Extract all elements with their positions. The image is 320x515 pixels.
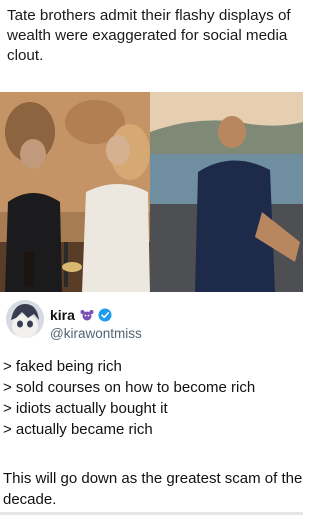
tweet-line: > sold courses on how to become rich — [3, 379, 256, 396]
display-name[interactable]: kira — [50, 307, 75, 323]
handle[interactable]: @kirawontmiss — [50, 326, 142, 341]
tweet-line: > faked being rich — [3, 358, 122, 375]
tweet-body: > faked being rich > sold courses on how… — [3, 356, 303, 440]
purple-crab-emoji-icon — [80, 310, 94, 321]
tweet-line: > actually became rich — [3, 421, 153, 438]
tweet-closing-text: This will go down as the greatest scam o… — [3, 470, 303, 508]
photo-illustration — [0, 92, 303, 292]
headline: Tate brothers admit their flashy display… — [7, 7, 291, 64]
avatar-illustration — [6, 300, 44, 338]
news-photo-collage[interactable] — [0, 92, 303, 292]
avatar[interactable] — [6, 300, 44, 338]
name-row: kira — [50, 306, 112, 324]
tweet-line: > idiots actually bought it — [3, 400, 168, 417]
verified-badge-icon — [98, 308, 112, 322]
tweet-header: kira @kirawontmiss — [0, 296, 303, 346]
